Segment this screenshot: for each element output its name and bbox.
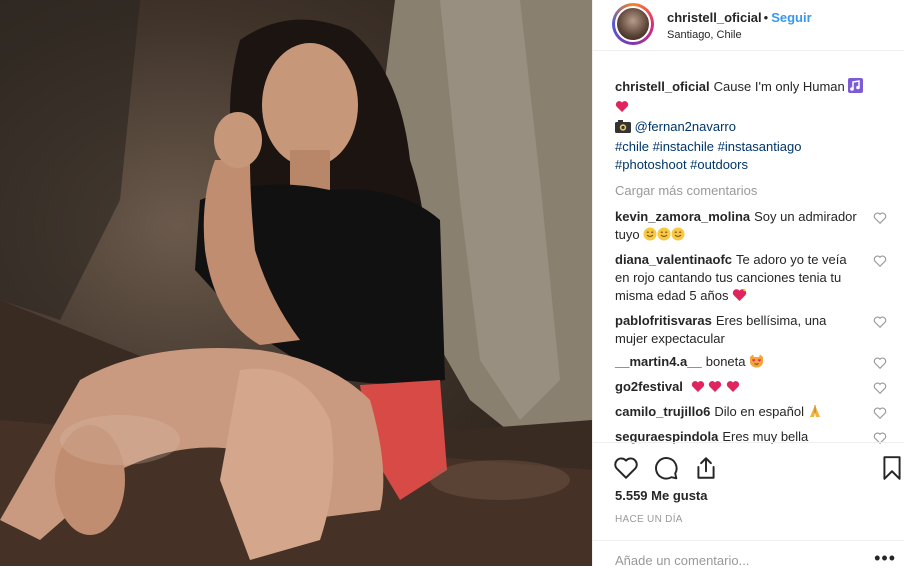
heart-eyes-cat-icon	[749, 354, 764, 373]
comment-like-icon[interactable]	[873, 315, 887, 329]
comment-username[interactable]: diana_valentinaofc	[615, 252, 732, 267]
location-link[interactable]: Santiago, Chile	[667, 29, 742, 41]
avatar[interactable]	[615, 6, 651, 42]
praying-hands-icon	[808, 404, 822, 423]
comment-username[interactable]: go2festival	[615, 379, 683, 394]
heart-outline-icon[interactable]	[613, 455, 639, 481]
post-actions-bar	[593, 442, 904, 493]
smiling-face-icon	[657, 227, 671, 246]
share-icon[interactable]	[693, 455, 719, 481]
comment-like-icon[interactable]	[873, 406, 887, 420]
caption-username[interactable]: christell_oficial	[615, 79, 710, 94]
sparkling-heart-icon	[732, 288, 747, 307]
post-side-panel: christell_oficial • Seguir Santiago, Chile…	[592, 0, 904, 568]
comment-item: go2festival	[615, 378, 887, 398]
music-notes-icon	[848, 78, 864, 98]
likes-count[interactable]: 5.559 Me gusta	[615, 488, 708, 503]
comment-text: Dilo en español	[714, 404, 804, 419]
photo-illustration	[0, 0, 592, 566]
heart-icon	[708, 380, 722, 398]
heart-icon	[691, 380, 705, 398]
red-heart-icon	[615, 100, 629, 118]
caption-text: Cause I'm only Human	[713, 79, 845, 94]
header-user-line: christell_oficial • Seguir	[667, 10, 812, 25]
post-header: christell_oficial • Seguir Santiago, Chile	[593, 0, 904, 51]
add-comment-bar: •••	[593, 540, 904, 568]
comment-text: boneta	[705, 354, 746, 369]
post-photo[interactable]	[0, 0, 592, 566]
smiling-face-icon	[643, 227, 657, 246]
comment-like-icon[interactable]	[873, 381, 887, 395]
load-more-comments-button[interactable]: Cargar más comentarios	[615, 182, 887, 200]
hashtags-line-2[interactable]: #photoshoot #outdoors	[615, 157, 748, 172]
story-ring[interactable]	[612, 3, 654, 45]
more-options-icon[interactable]: •••	[874, 549, 896, 567]
comment-like-icon[interactable]	[873, 356, 887, 370]
camera-icon	[615, 120, 631, 138]
comment-item: pablofritisvaras Eres bellísima, una muje…	[615, 312, 887, 348]
comment-username[interactable]: kevin_zamora_molina	[615, 209, 750, 224]
bookmark-icon[interactable]	[879, 455, 904, 481]
comment-item: kevin_zamora_molina Soy un admirador tuyo	[615, 208, 887, 246]
comment-username[interactable]: camilo_trujillo6	[615, 404, 710, 419]
speech-bubble-icon[interactable]	[653, 455, 679, 481]
comment-username[interactable]: pablofritisvaras	[615, 313, 712, 328]
comment-item: camilo_trujillo6 Dilo en español	[615, 403, 887, 423]
post-caption: christell_oficial Cause I'm only Human @f…	[615, 78, 887, 174]
comment-like-icon[interactable]	[873, 211, 887, 225]
comment-like-icon[interactable]	[873, 254, 887, 268]
heart-icon	[726, 380, 740, 398]
hashtags-line-1[interactable]: #chile #instachile #instasantiago	[615, 139, 801, 154]
comment-username[interactable]: __martin4.a__	[615, 354, 702, 369]
photo-credit-link[interactable]: @fernan2navarro	[635, 119, 736, 134]
comment-item: diana_valentinaofc Te adoro yo te veía en…	[615, 251, 887, 307]
smiling-face-icon	[671, 227, 685, 246]
post-timestamp[interactable]: HACE UN DÍA	[615, 514, 683, 525]
author-username[interactable]: christell_oficial	[667, 10, 762, 25]
separator-dot: •	[763, 10, 769, 25]
follow-button[interactable]: Seguir	[771, 10, 811, 25]
comments-list: christell_oficial Cause I'm only Human @f…	[615, 78, 887, 451]
comment-item: __martin4.a__ boneta	[615, 353, 887, 373]
